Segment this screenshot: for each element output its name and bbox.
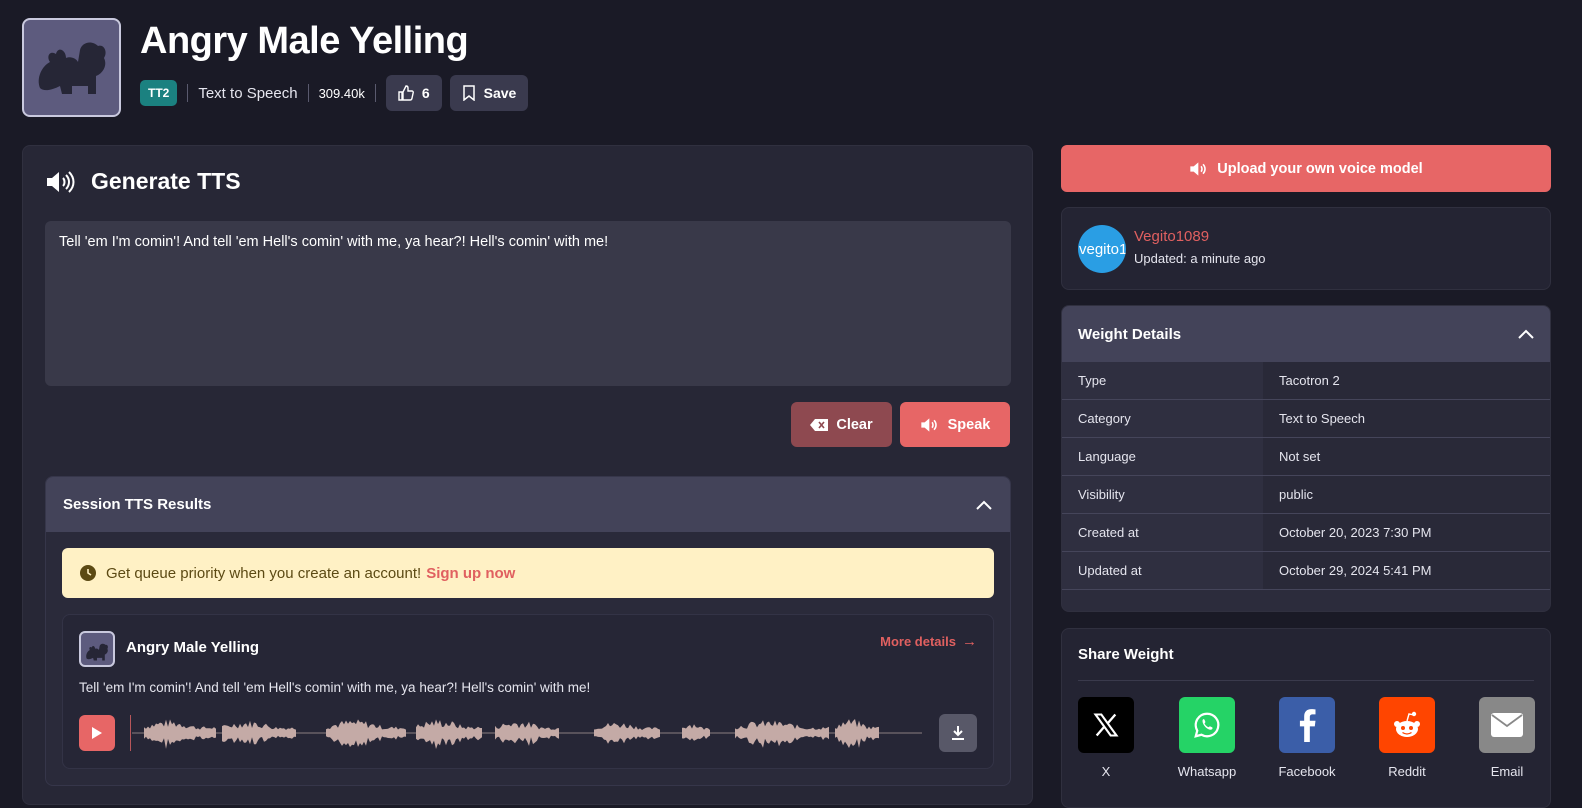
weight-thumbnail xyxy=(22,18,121,117)
category-label: Text to Speech xyxy=(198,84,298,102)
save-button[interactable]: Save xyxy=(449,75,529,111)
detail-key: Category xyxy=(1062,400,1263,437)
x-icon xyxy=(1078,697,1134,753)
play-button[interactable] xyxy=(79,715,115,751)
speak-label: Speak xyxy=(947,416,991,433)
detail-key: Created at xyxy=(1062,514,1263,551)
detail-value: Tacotron 2 xyxy=(1263,362,1550,399)
updated-time: Updated: a minute ago xyxy=(1134,251,1266,266)
share-label: Reddit xyxy=(1388,764,1426,779)
speak-button[interactable]: Speak xyxy=(900,402,1010,447)
detail-value: Not set xyxy=(1263,438,1550,475)
divider xyxy=(374,84,376,102)
like-button[interactable]: 6 xyxy=(385,75,442,111)
detail-key: Visibility xyxy=(1062,476,1263,513)
audio-waveform[interactable] xyxy=(130,714,925,752)
sign-up-link[interactable]: Sign up now xyxy=(426,565,515,582)
divider xyxy=(187,84,189,102)
use-count: 309.40k xyxy=(318,85,365,101)
arrow-right-icon: → xyxy=(962,633,977,650)
avatar-text: vegito1 xyxy=(1079,240,1126,258)
reddit-icon xyxy=(1379,697,1435,753)
speaker-icon xyxy=(47,170,75,193)
page-title: Angry Male Yelling xyxy=(140,20,469,62)
generate-title: Generate TTS xyxy=(45,168,241,195)
detail-value: October 29, 2024 5:41 PM xyxy=(1263,552,1550,589)
download-icon xyxy=(952,726,964,740)
notice-text: Get queue priority when you create an ac… xyxy=(106,564,422,582)
share-whatsapp-button[interactable]: Whatsapp xyxy=(1178,697,1236,779)
detail-row: Visibility public xyxy=(1062,476,1550,514)
download-button[interactable] xyxy=(939,714,977,752)
thumbs-up-icon xyxy=(398,85,414,101)
creature-silhouette-icon xyxy=(38,42,106,94)
share-facebook-button[interactable]: Facebook xyxy=(1278,697,1336,779)
play-icon xyxy=(92,727,102,739)
backspace-icon xyxy=(810,418,829,431)
result-title: Angry Male Yelling xyxy=(126,639,260,656)
share-x-button[interactable]: X xyxy=(1078,697,1134,779)
detail-value: public xyxy=(1263,476,1550,513)
speaker-icon xyxy=(1190,161,1207,176)
clear-label: Clear xyxy=(836,416,873,433)
whatsapp-icon xyxy=(1179,697,1235,753)
creator-name-link[interactable]: Vegito1089 xyxy=(1134,228,1209,245)
session-results-panel: Session TTS Results Get queue priority w… xyxy=(45,476,1011,786)
avatar[interactable]: vegito1 xyxy=(1078,225,1126,273)
share-reddit-button[interactable]: Reddit xyxy=(1379,697,1435,779)
share-label: Whatsapp xyxy=(1177,764,1237,779)
session-results-title: Session TTS Results xyxy=(63,496,212,513)
upload-label: Upload your own voice model xyxy=(1217,160,1423,177)
share-email-button[interactable]: Email xyxy=(1479,697,1535,779)
chevron-up-icon[interactable] xyxy=(1518,329,1534,339)
weight-details-panel: Weight Details Type Tacotron 2 Category Te… xyxy=(1061,305,1551,612)
weight-details-title: Weight Details xyxy=(1078,325,1182,343)
divider xyxy=(307,84,309,102)
detail-value: Text to Speech xyxy=(1263,400,1550,437)
queue-priority-notice: Get queue priority when you create an ac… xyxy=(62,548,994,598)
share-weight-panel: Share Weight X Whatsapp Facebook Reddit … xyxy=(1061,628,1551,808)
detail-key: Updated at xyxy=(1062,552,1263,589)
detail-row: Created at October 20, 2023 7:30 PM xyxy=(1062,514,1550,552)
share-label: Email xyxy=(1490,764,1524,779)
generate-title-text: Generate TTS xyxy=(91,168,241,194)
detail-key: Type xyxy=(1062,362,1263,399)
facebook-icon xyxy=(1279,697,1335,753)
bookmark-icon xyxy=(462,85,475,101)
upload-voice-model-button[interactable]: Upload your own voice model xyxy=(1061,145,1551,192)
share-label: X xyxy=(1101,764,1111,779)
share-title: Share Weight xyxy=(1078,646,1174,663)
divider xyxy=(1078,680,1534,681)
result-thumbnail xyxy=(79,631,115,667)
share-label: Facebook xyxy=(1278,764,1336,779)
detail-value: October 20, 2023 7:30 PM xyxy=(1263,514,1550,551)
weight-details-header[interactable]: Weight Details xyxy=(1062,306,1550,362)
like-count: 6 xyxy=(421,85,430,101)
model-type-badge: TT2 xyxy=(140,80,178,106)
generate-tts-panel: Generate TTS Clear Speak Session TTS Res… xyxy=(22,145,1033,805)
tts-result-card: Angry Male Yelling More details → Tell '… xyxy=(62,614,994,769)
tts-text-input[interactable] xyxy=(45,221,1011,386)
detail-row: Language Not set xyxy=(1062,438,1550,476)
weight-header: Angry Male Yelling TT2 Text to Speech 30… xyxy=(22,18,529,117)
email-icon xyxy=(1479,697,1535,753)
save-label: Save xyxy=(483,85,517,101)
more-details-label: More details xyxy=(880,634,956,649)
clock-icon xyxy=(80,565,96,581)
creator-card: vegito1 Vegito1089 Updated: a minute ago xyxy=(1061,207,1551,290)
detail-row: Category Text to Speech xyxy=(1062,400,1550,438)
waveform-shape xyxy=(144,719,879,749)
detail-row: Updated at October 29, 2024 5:41 PM xyxy=(1062,552,1550,590)
detail-key: Language xyxy=(1062,438,1263,475)
clear-button[interactable]: Clear xyxy=(791,402,892,447)
speaker-icon xyxy=(920,417,937,432)
chevron-up-icon[interactable] xyxy=(976,500,992,510)
result-text: Tell 'em I'm comin'! And tell 'em Hell's… xyxy=(79,680,591,695)
detail-row: Type Tacotron 2 xyxy=(1062,362,1550,400)
more-details-link[interactable]: More details → xyxy=(880,633,977,650)
session-results-header[interactable]: Session TTS Results xyxy=(46,477,1010,532)
creature-silhouette-icon xyxy=(86,643,108,661)
